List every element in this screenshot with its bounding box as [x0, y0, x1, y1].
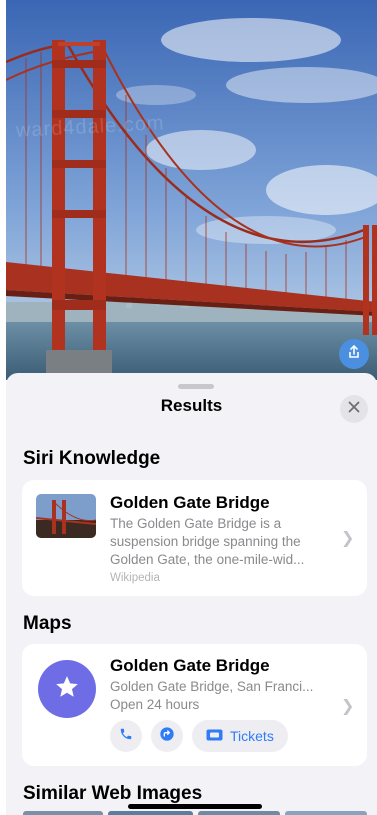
maps-heading: Maps: [23, 613, 72, 634]
phone-icon: [119, 727, 133, 746]
tickets-button[interactable]: Tickets: [192, 720, 288, 752]
knowledge-description: The Golden Gate Bridge is a suspension b…: [110, 515, 304, 569]
chevron-right-icon: ❯: [341, 530, 355, 547]
place-title: Golden Gate Bridge: [110, 656, 270, 675]
sheet-title: Results: [160, 396, 223, 415]
place-address: Golden Gate Bridge, San Franci...: [110, 679, 314, 694]
place-hours: Open 24 hours: [110, 697, 200, 712]
directions-icon: [159, 726, 175, 747]
similar-web-images-heading: Similar Web Images: [23, 783, 203, 804]
close-icon: [348, 400, 360, 418]
results-sheet: Results Siri Knowledge Golden Gate Bridg…: [6, 373, 377, 815]
knowledge-title: Golden Gate Bridge: [110, 493, 270, 512]
description-line: suspension bridge spanning the: [110, 534, 301, 549]
bridge-thumbnail: [36, 494, 96, 538]
tickets-label: Tickets: [230, 728, 274, 744]
siri-knowledge-card[interactable]: Golden Gate Bridge The Golden Gate Bridg…: [22, 480, 367, 596]
description-line: Golden Gate, the one-mile-wid...: [110, 552, 305, 567]
maps-place-icon: [38, 660, 96, 718]
share-button[interactable]: [339, 339, 369, 369]
directions-button[interactable]: [151, 720, 183, 752]
star-icon: [54, 674, 80, 705]
close-button[interactable]: [340, 395, 368, 423]
maps-card[interactable]: Golden Gate Bridge Golden Gate Bridge, S…: [22, 644, 367, 766]
ticket-icon: [206, 728, 223, 744]
bridge-photo: ward4dale.com: [6, 0, 377, 380]
call-button[interactable]: [110, 720, 142, 752]
similar-image[interactable]: [285, 811, 367, 815]
share-icon: [346, 344, 362, 365]
similar-image[interactable]: [23, 811, 103, 815]
sheet-grabber[interactable]: [178, 384, 214, 389]
knowledge-source: Wikipedia: [110, 572, 160, 584]
chevron-right-icon: ❯: [341, 698, 355, 715]
siri-knowledge-heading: Siri Knowledge: [23, 448, 161, 469]
description-line: The Golden Gate Bridge is a: [110, 516, 282, 531]
similar-image[interactable]: [198, 811, 280, 815]
home-indicator[interactable]: [128, 804, 262, 809]
similar-image[interactable]: [108, 811, 193, 815]
